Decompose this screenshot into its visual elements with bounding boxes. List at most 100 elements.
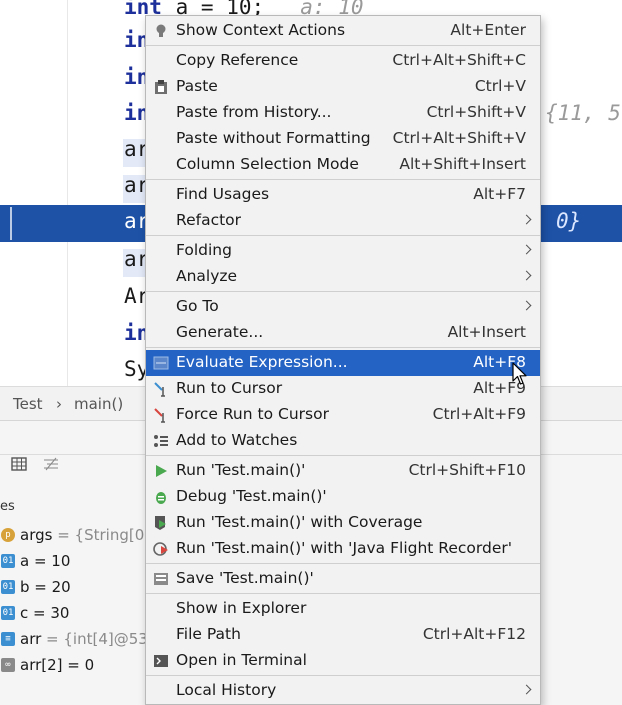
menu-item-label: Save 'Test.main()' xyxy=(176,569,314,587)
lightbulb-icon xyxy=(156,24,166,37)
force-run-to-cursor-icon xyxy=(154,408,165,423)
save-config-icon xyxy=(154,573,168,585)
menu-separator xyxy=(146,235,540,236)
menu-item-run-to-cursor[interactable]: Run to Cursor Alt+F9 xyxy=(146,376,540,402)
terminal-icon xyxy=(154,655,168,667)
variable-row[interactable]: ≡ arr = {int[4]@532 xyxy=(0,627,160,653)
menu-separator xyxy=(146,347,540,348)
variable-name: args xyxy=(20,526,53,544)
menu-item-label: Debug 'Test.main()' xyxy=(176,487,327,505)
menu-item-run-test-main-with-java-flight-recorder[interactable]: Run 'Test.main()' with 'Java Flight Reco… xyxy=(146,536,540,562)
menu-item-label: Local History xyxy=(176,681,277,699)
menu-item-shortcut: Ctrl+Alt+Shift+V xyxy=(392,129,526,147)
submenu-arrow-icon xyxy=(521,214,532,225)
menu-item-shortcut: Ctrl+Alt+Shift+C xyxy=(392,51,526,69)
menu-item-label: Force Run to Cursor xyxy=(176,405,329,423)
watches-icon xyxy=(154,435,168,447)
breadcrumb-method[interactable]: main() xyxy=(74,395,123,413)
inline-value-hint: {11, 5 xyxy=(545,101,621,125)
menu-item-local-history[interactable]: Local History xyxy=(146,678,540,704)
menu-item-analyze[interactable]: Analyze xyxy=(146,264,540,290)
filter-lines-icon[interactable] xyxy=(43,457,59,471)
run-to-cursor-icon xyxy=(154,382,165,397)
variable-type-icon: 01 xyxy=(1,554,15,568)
variable-name: b xyxy=(20,578,30,596)
menu-item-label: Go To xyxy=(176,297,219,315)
menu-item-shortcut: Ctrl+Alt+F12 xyxy=(422,625,526,643)
variable-row[interactable]: 01 a = 10 xyxy=(0,549,160,575)
menu-item-label: Add to Watches xyxy=(176,431,298,449)
variable-value: = 0 xyxy=(62,656,95,674)
menu-item-paste-without-formatting[interactable]: Paste without Formatting Ctrl+Alt+Shift+V xyxy=(146,126,540,152)
menu-item-debug-test-main[interactable]: Debug 'Test.main()' xyxy=(146,484,540,510)
menu-item-label: Show Context Actions xyxy=(176,21,346,39)
menu-item-save-test-main[interactable]: Save 'Test.main()' xyxy=(146,566,540,592)
variable-type-icon: 01 xyxy=(1,606,15,620)
menu-item-paste-from-history[interactable]: Paste from History... Ctrl+Shift+V xyxy=(146,100,540,126)
variable-name: a xyxy=(20,552,30,570)
menu-item-label: Copy Reference xyxy=(176,51,299,69)
menu-item-label: Folding xyxy=(176,241,232,259)
variable-value: = {int[4]@532 xyxy=(41,630,158,648)
menu-separator xyxy=(146,291,540,292)
menu-item-label: Column Selection Mode xyxy=(176,155,359,173)
variable-value: = 30 xyxy=(28,604,70,622)
mouse-pointer-icon xyxy=(512,362,527,385)
run-icon xyxy=(156,465,167,477)
menu-item-file-path[interactable]: File Path Ctrl+Alt+F12 xyxy=(146,622,540,648)
variable-row[interactable]: 01 c = 30 xyxy=(0,601,160,627)
variable-label: b = 20 xyxy=(20,578,71,596)
menu-item-run-test-main-with-coverage[interactable]: Run 'Test.main()' with Coverage xyxy=(146,510,540,536)
clipboard-icon xyxy=(155,80,167,94)
menu-item-find-usages[interactable]: Find Usages Alt+F7 xyxy=(146,182,540,208)
menu-separator xyxy=(146,563,540,564)
menu-item-paste[interactable]: Paste Ctrl+V xyxy=(146,74,540,100)
menu-item-label: Open in Terminal xyxy=(176,651,307,669)
menu-item-label: Refactor xyxy=(176,211,242,229)
menu-item-evaluate-expression[interactable]: Evaluate Expression... Alt+F8 xyxy=(146,350,540,376)
menu-item-copy-reference[interactable]: Copy Reference Ctrl+Alt+Shift+C xyxy=(146,48,540,74)
variable-value: = 20 xyxy=(29,578,71,596)
inline-value-hint: 0} xyxy=(556,209,582,233)
menu-item-shortcut: Ctrl+Shift+V xyxy=(426,103,526,121)
variable-label: arr[2] = 0 xyxy=(20,656,94,674)
menu-separator xyxy=(146,179,540,180)
menu-separator xyxy=(146,593,540,594)
variable-type-icon: 01 xyxy=(1,580,15,594)
menu-item-label: Paste without Formatting xyxy=(176,129,371,147)
menu-item-label: Run 'Test.main()' xyxy=(176,461,306,479)
coverage-icon xyxy=(155,516,166,530)
menu-item-label: Evaluate Expression... xyxy=(176,353,348,371)
menu-item-run-test-main[interactable]: Run 'Test.main()' Ctrl+Shift+F10 xyxy=(146,458,540,484)
menu-item-add-to-watches[interactable]: Add to Watches xyxy=(146,428,540,454)
menu-item-shortcut: Ctrl+V xyxy=(474,77,526,95)
menu-item-label: Run 'Test.main()' with 'Java Flight Reco… xyxy=(176,539,513,557)
breadcrumb-separator: › xyxy=(56,395,62,413)
menu-item-go-to[interactable]: Go To xyxy=(146,294,540,320)
menu-item-folding[interactable]: Folding xyxy=(146,238,540,264)
variable-name: arr xyxy=(20,630,42,648)
menu-item-refactor[interactable]: Refactor xyxy=(146,208,540,234)
menu-item-label: Paste from History... xyxy=(176,103,332,121)
menu-item-shortcut: Alt+Enter xyxy=(450,21,526,39)
variable-name: c xyxy=(20,604,29,622)
menu-item-show-in-explorer[interactable]: Show in Explorer xyxy=(146,596,540,622)
menu-item-shortcut: Ctrl+Shift+F10 xyxy=(408,461,526,479)
menu-item-column-selection-mode[interactable]: Column Selection Mode Alt+Shift+Insert xyxy=(146,152,540,178)
menu-item-shortcut: Ctrl+Alt+F9 xyxy=(432,405,526,423)
variable-row[interactable]: p args = {String[0]@ xyxy=(0,523,165,549)
menu-item-show-context-actions[interactable]: Show Context Actions Alt+Enter xyxy=(146,18,540,44)
variable-row[interactable]: 01 b = 20 xyxy=(0,575,160,601)
menu-item-shortcut: Alt+Shift+Insert xyxy=(399,155,526,173)
menu-item-generate[interactable]: Generate... Alt+Insert xyxy=(146,320,540,346)
menu-item-force-run-to-cursor[interactable]: Force Run to Cursor Ctrl+Alt+F9 xyxy=(146,402,540,428)
menu-item-shortcut: Alt+F7 xyxy=(473,185,526,203)
breadcrumb-class[interactable]: Test xyxy=(13,395,43,413)
variables-tab[interactable]: es xyxy=(0,491,140,525)
menu-item-open-in-terminal[interactable]: Open in Terminal xyxy=(146,648,540,674)
variable-name: arr[2] xyxy=(20,656,63,674)
variable-row[interactable]: ∞ arr[2] = 0 xyxy=(0,653,160,679)
variable-label: a = 10 xyxy=(20,552,70,570)
table-view-icon[interactable] xyxy=(11,457,27,471)
context-menu: Show Context Actions Alt+Enter Copy Refere… xyxy=(145,15,541,705)
